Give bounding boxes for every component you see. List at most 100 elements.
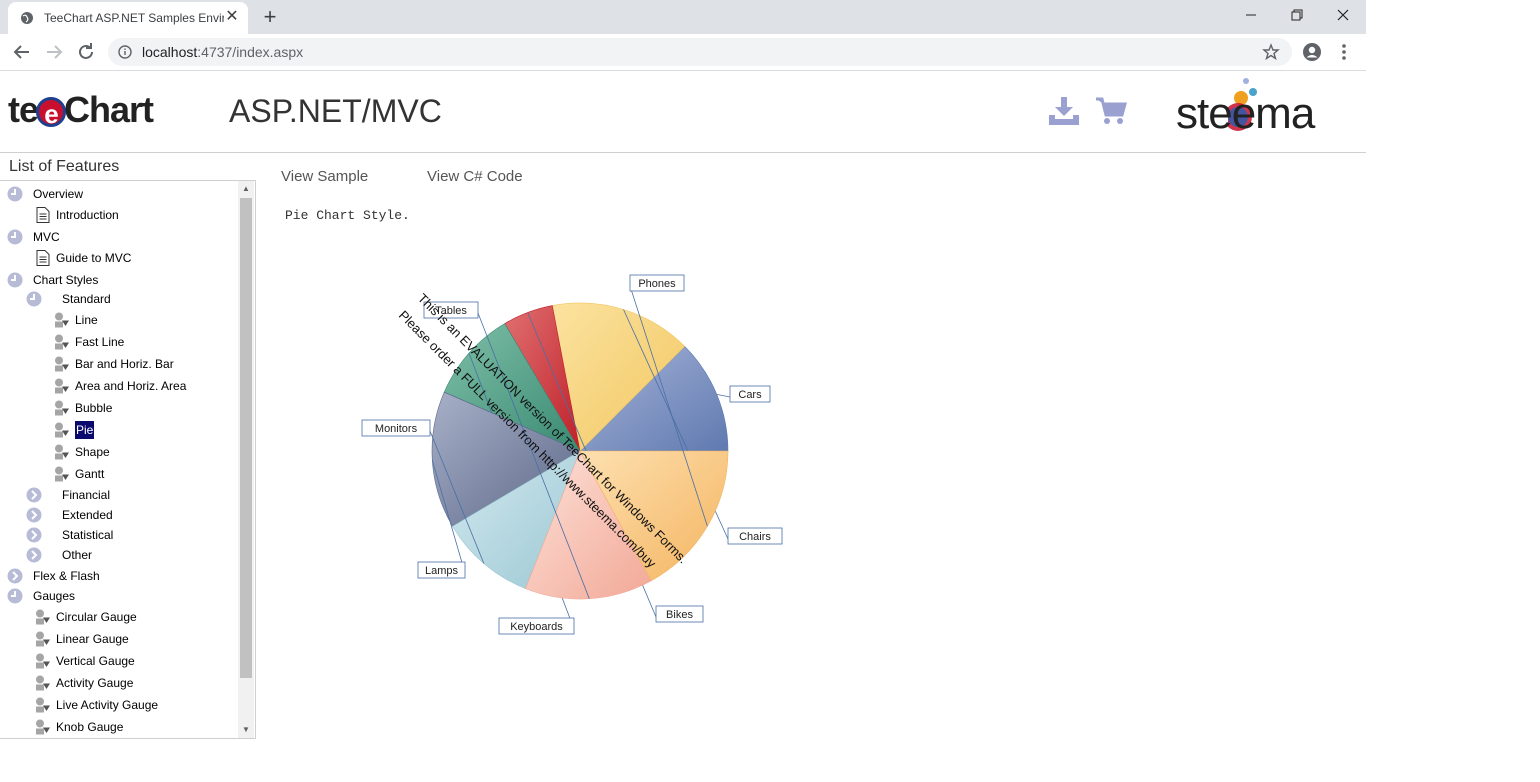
- group-collapse-icon[interactable]: [7, 272, 23, 288]
- tree-item[interactable]: Circular Gauge: [0, 608, 236, 626]
- download-icon[interactable]: [1047, 95, 1081, 127]
- minimize-icon[interactable]: [1236, 4, 1266, 26]
- group-expand-icon[interactable]: [26, 527, 42, 543]
- group-collapse-icon[interactable]: [7, 588, 23, 604]
- tree-item-label: Other: [62, 548, 93, 562]
- group-expand-icon[interactable]: [7, 568, 23, 584]
- tree-item[interactable]: Gauges: [0, 587, 236, 605]
- group-collapse-icon[interactable]: [26, 291, 42, 307]
- tree-item[interactable]: Gantt: [0, 465, 236, 483]
- tree-item-label: Knob Gauge: [56, 720, 124, 734]
- tree-item-label: Live Activity Gauge: [56, 698, 159, 712]
- tree-item[interactable]: Pie: [0, 421, 236, 439]
- forward-icon[interactable]: [42, 40, 66, 64]
- tree-item[interactable]: Overview: [0, 185, 236, 203]
- tab-title: TeeChart ASP.NET Samples Enviro: [44, 11, 224, 25]
- document-icon: [36, 250, 50, 266]
- tree-item[interactable]: Introduction: [0, 206, 236, 224]
- sample-icon: [55, 466, 69, 482]
- tree-item[interactable]: Statistical: [0, 526, 236, 544]
- tree-item[interactable]: Flex & Flash: [0, 567, 236, 585]
- group-collapse-icon[interactable]: [7, 229, 23, 245]
- scroll-up-icon[interactable]: ▲: [238, 181, 254, 197]
- tree-item[interactable]: Knob Gauge: [0, 718, 236, 736]
- tree-item-label: Introduction: [56, 208, 119, 222]
- tab-view-code[interactable]: View C# Code: [427, 168, 523, 185]
- slice-label: Bikes: [666, 609, 693, 621]
- pie-chart[interactable]: CarsChairsBikesKeyboardsLampsMonitorsTab…: [330, 261, 800, 661]
- sample-description: Pie Chart Style.: [285, 208, 410, 223]
- sidebar-title: List of Features: [9, 158, 120, 175]
- tree-item[interactable]: Bubble: [0, 399, 236, 417]
- site-header: te e Chart ASP.NET/MVC steema: [0, 71, 1366, 153]
- group-expand-icon[interactable]: [26, 547, 42, 563]
- tree-item[interactable]: Extended: [0, 506, 236, 524]
- cart-icon[interactable]: [1094, 95, 1128, 127]
- tree-item-label: Guide to MVC: [56, 251, 132, 265]
- tree-scrollbar[interactable]: ▲ ▼: [238, 181, 254, 738]
- sample-icon: [36, 631, 50, 647]
- steema-logo[interactable]: steema: [1176, 75, 1356, 145]
- tree-item[interactable]: Bar and Horiz. Bar: [0, 355, 236, 373]
- tree-item[interactable]: Shape: [0, 443, 236, 461]
- tree-item[interactable]: MVC: [0, 228, 236, 246]
- profile-icon[interactable]: [1302, 42, 1322, 62]
- browser-tab[interactable]: TeeChart ASP.NET Samples Enviro ✕: [8, 2, 248, 34]
- scroll-down-icon[interactable]: ▼: [238, 722, 254, 738]
- back-icon[interactable]: [10, 40, 34, 64]
- restore-icon[interactable]: [1282, 4, 1312, 26]
- steema-wordmark: steema: [1176, 89, 1315, 138]
- url-path: :4737/index.aspx: [197, 44, 304, 60]
- group-collapse-icon[interactable]: [7, 186, 23, 202]
- tree-item[interactable]: Linear Gauge: [0, 630, 236, 648]
- tree-item-label: Area and Horiz. Area: [75, 379, 187, 393]
- sample-icon: [36, 675, 50, 691]
- feature-tree[interactable]: Knob Gauge Live Activity Gauge Activity Ga…: [0, 180, 256, 739]
- tree-item-label: Financial: [62, 488, 111, 502]
- group-expand-icon[interactable]: [26, 507, 42, 523]
- logo-prefix: te: [8, 89, 39, 130]
- group-expand-icon[interactable]: [26, 487, 42, 503]
- bookmark-star-icon[interactable]: [1262, 43, 1280, 61]
- scroll-thumb[interactable]: [240, 198, 252, 678]
- tree-item[interactable]: Vertical Gauge: [0, 652, 236, 670]
- tree-item[interactable]: Guide to MVC: [0, 249, 236, 267]
- tree-item-label: Overview: [33, 187, 84, 201]
- reload-icon[interactable]: [74, 40, 98, 64]
- tree-item-label: MVC: [33, 230, 60, 244]
- tab-strip: TeeChart ASP.NET Samples Enviro ✕ +: [0, 0, 1366, 34]
- sample-icon: [36, 653, 50, 669]
- tree-item[interactable]: Live Activity Gauge: [0, 696, 236, 714]
- url-text: localhost:4737/index.aspx: [142, 44, 303, 60]
- platform-title: ASP.NET/MVC: [229, 93, 442, 129]
- close-tab-icon[interactable]: ✕: [224, 9, 240, 25]
- tree-item[interactable]: Financial: [0, 486, 236, 504]
- slice-label: Keyboards: [510, 621, 563, 633]
- menu-icon[interactable]: [1336, 42, 1352, 62]
- document-icon: [36, 207, 50, 223]
- leader-line: [716, 394, 731, 398]
- info-icon[interactable]: [118, 45, 132, 59]
- new-tab-icon[interactable]: +: [259, 6, 281, 28]
- tree-item[interactable]: Other: [0, 546, 236, 564]
- teechart-logo[interactable]: te e Chart: [8, 89, 154, 131]
- slice-label: Phones: [638, 278, 676, 290]
- slice-label: Lamps: [425, 565, 459, 577]
- tree-item[interactable]: Activity Gauge: [0, 674, 236, 692]
- tree-item[interactable]: Area and Horiz. Area: [0, 377, 236, 395]
- sample-icon: [36, 697, 50, 713]
- tree-item-label: Vertical Gauge: [56, 654, 135, 668]
- tree-item-label: Circular Gauge: [56, 610, 137, 624]
- tab-view-sample[interactable]: View Sample: [281, 168, 368, 185]
- tree-item[interactable]: Chart Styles: [0, 271, 236, 289]
- browser-window: TeeChart ASP.NET Samples Enviro ✕ + loca…: [0, 0, 1366, 782]
- url-host: localhost: [142, 44, 198, 60]
- sample-icon: [36, 719, 50, 735]
- address-bar[interactable]: localhost:4737/index.aspx: [108, 38, 1292, 66]
- browser-toolbar: localhost:4737/index.aspx: [0, 34, 1366, 71]
- tree-item[interactable]: Fast Line: [0, 333, 236, 351]
- tree-item[interactable]: Standard: [0, 290, 236, 308]
- tree-item[interactable]: Line: [0, 311, 236, 329]
- sample-icon: [55, 422, 69, 438]
- close-window-icon[interactable]: [1328, 4, 1358, 26]
